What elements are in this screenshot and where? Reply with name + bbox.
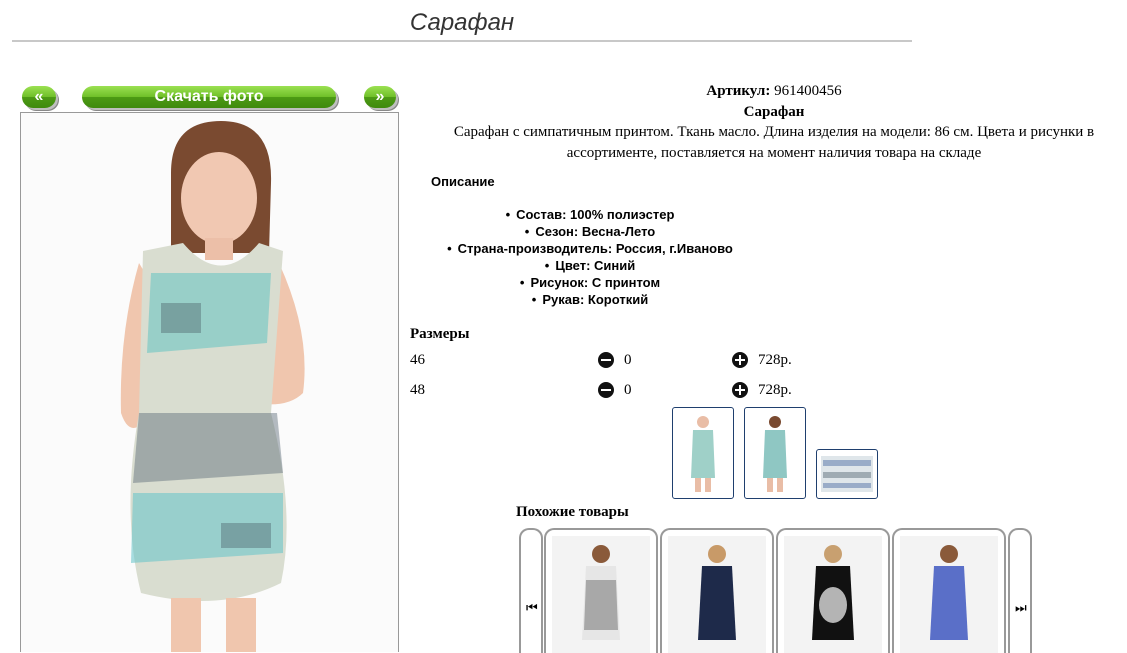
skip-back-icon: ⏮ (526, 601, 538, 616)
page-title: Сарафан (409, 9, 515, 36)
thumbnail-image (763, 416, 787, 492)
size-value: 48 (410, 382, 425, 398)
thumbnail-image (691, 416, 715, 492)
price-value: 728р. (758, 382, 792, 398)
title-divider (12, 40, 912, 42)
size-row: 46 0 728р. (410, 350, 810, 372)
similar-product-image (784, 536, 882, 653)
price-value: 728р. (758, 352, 792, 368)
similar-product-image (900, 536, 998, 653)
similar-product-image (668, 536, 766, 653)
fabric-swatch-image (821, 456, 873, 492)
spec-item: Сезон: Весна-Лето (430, 223, 750, 240)
spec-item: Рукав: Короткий (430, 291, 750, 308)
quantity-value: 0 (624, 352, 632, 368)
spec-item: Цвет: Синий (430, 257, 750, 274)
main-product-photo[interactable] (20, 112, 399, 652)
photo-thumbnail[interactable] (816, 449, 878, 499)
prev-photo-button[interactable]: « (22, 86, 56, 108)
product-description: Сарафан с симпатичным принтом. Ткань мас… (453, 124, 1095, 161)
carousel-next-button[interactable]: ⏭ (1008, 528, 1032, 653)
model-dress-image (21, 113, 398, 652)
similar-product-card[interactable] (660, 528, 774, 653)
similar-product-card[interactable] (776, 528, 890, 653)
similar-products-heading: Похожие товары (516, 504, 629, 520)
similar-product-image (552, 536, 650, 653)
spec-item: Состав: 100% полиэстер (430, 206, 750, 223)
plus-circle-icon[interactable] (732, 352, 748, 368)
plus-circle-icon[interactable] (732, 382, 748, 398)
minus-circle-icon[interactable] (598, 382, 614, 398)
product-name: Сарафан (743, 104, 805, 120)
minus-circle-icon[interactable] (598, 352, 614, 368)
specs-heading: Описание (431, 174, 495, 189)
product-info: Артикул: 961400456 Сарафан Сарафан с сим… (424, 80, 1124, 161)
next-photo-button[interactable]: » (364, 86, 396, 108)
spec-item: Рисунок: С принтом (430, 274, 750, 291)
photo-thumbnail[interactable] (744, 407, 806, 499)
photo-thumbnail[interactable] (672, 407, 734, 499)
similar-product-card[interactable] (892, 528, 1006, 653)
size-value: 46 (410, 352, 425, 368)
carousel-prev-button[interactable]: ⏮ (519, 528, 543, 653)
sku-line: Артикул: 961400456 (424, 80, 1124, 102)
spec-item: Страна-производитель: Россия, г.Иваново (430, 240, 750, 257)
sku-label: Артикул: (706, 83, 771, 99)
sizes-heading: Размеры (410, 326, 470, 342)
specs-list: Состав: 100% полиэстер Сезон: Весна-Лето… (430, 206, 750, 308)
sku-value: 961400456 (774, 83, 842, 99)
download-photo-button[interactable]: Скачать фото (82, 86, 336, 108)
quantity-value: 0 (624, 382, 632, 398)
similar-product-card[interactable] (544, 528, 658, 653)
skip-forward-icon: ⏭ (1015, 601, 1027, 616)
size-row: 48 0 728р. (410, 380, 810, 402)
